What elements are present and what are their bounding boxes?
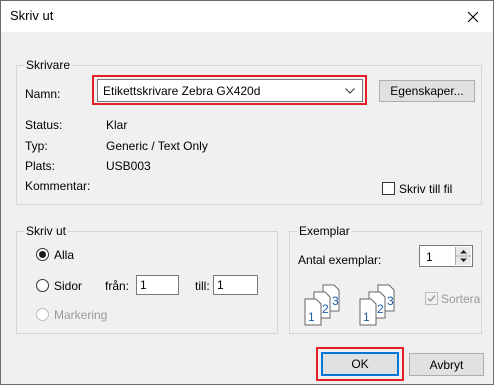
collate-page-label: 1 [363, 310, 370, 324]
status-value: Klar [106, 118, 128, 132]
ok-button-label: OK [351, 357, 369, 371]
selection-radio[interactable] [36, 308, 49, 321]
checkmark-icon [427, 295, 436, 303]
location-value: USB003 [106, 159, 151, 173]
collate-pages-icon: 1 2 3 1 2 3 [304, 284, 395, 326]
printer-name-label: Namn: [25, 87, 61, 101]
close-button[interactable] [453, 1, 493, 32]
status-label: Status: [25, 118, 63, 132]
collate-page-label: 2 [377, 302, 384, 316]
properties-button-label: Egenskaper... [390, 84, 464, 98]
spinner-arrows-icon [456, 250, 471, 262]
dialog-title: Skriv ut [10, 8, 54, 23]
cancel-button[interactable]: Avbryt [409, 353, 484, 376]
copies-count-input[interactable]: 1 [419, 245, 473, 267]
from-page-input[interactable]: 1 [136, 275, 179, 295]
ok-button[interactable]: OK [321, 352, 399, 376]
collate-label: Sortera [441, 292, 481, 306]
collate-checkbox[interactable] [425, 292, 438, 305]
title-bar: Skriv ut [1, 1, 493, 32]
to-page-value: 1 [217, 278, 224, 292]
cancel-button-label: Avbryt [429, 357, 464, 372]
copies-count-value: 1 [426, 250, 433, 264]
type-value: Generic / Text Only [106, 139, 208, 153]
print-dialog: Skriv ut Skrivare Namn: Etikettskrivare … [0, 0, 494, 385]
selection-label: Markering [54, 308, 108, 322]
comment-label: Kommentar: [25, 179, 91, 193]
from-label: från: [105, 279, 130, 293]
print-to-file-label[interactable]: Skriv till fil [399, 182, 452, 196]
collate-page-label: 3 [332, 294, 339, 308]
all-pages-label[interactable]: Alla [54, 248, 74, 262]
copies-spinner[interactable] [455, 247, 471, 265]
printer-group-legend: Skrivare [24, 58, 73, 72]
chevron-down-icon [345, 88, 355, 94]
properties-button[interactable]: Egenskaper... [379, 80, 475, 102]
copies-legend: Exemplar [297, 224, 352, 238]
close-icon [467, 11, 479, 22]
to-page-input[interactable]: 1 [213, 275, 258, 295]
all-pages-radio[interactable] [36, 248, 49, 261]
collate-page-label: 1 [308, 310, 315, 324]
printer-name-value: Etikettskrivare Zebra GX420d [103, 84, 261, 98]
collate-page-label: 3 [387, 294, 394, 308]
to-label: till: [195, 279, 210, 293]
print-range-legend: Skriv ut [24, 224, 69, 238]
printer-name-select[interactable]: Etikettskrivare Zebra GX420d [97, 79, 363, 102]
type-label: Typ: [25, 139, 48, 153]
page-range-label[interactable]: Sidor [54, 279, 82, 293]
from-page-value: 1 [140, 278, 147, 292]
collate-page-label: 2 [322, 302, 329, 316]
copies-count-label: Antal exemplar: [298, 253, 382, 267]
page-range-radio[interactable] [36, 279, 49, 292]
location-label: Plats: [25, 159, 56, 173]
print-to-file-checkbox[interactable] [382, 182, 395, 195]
